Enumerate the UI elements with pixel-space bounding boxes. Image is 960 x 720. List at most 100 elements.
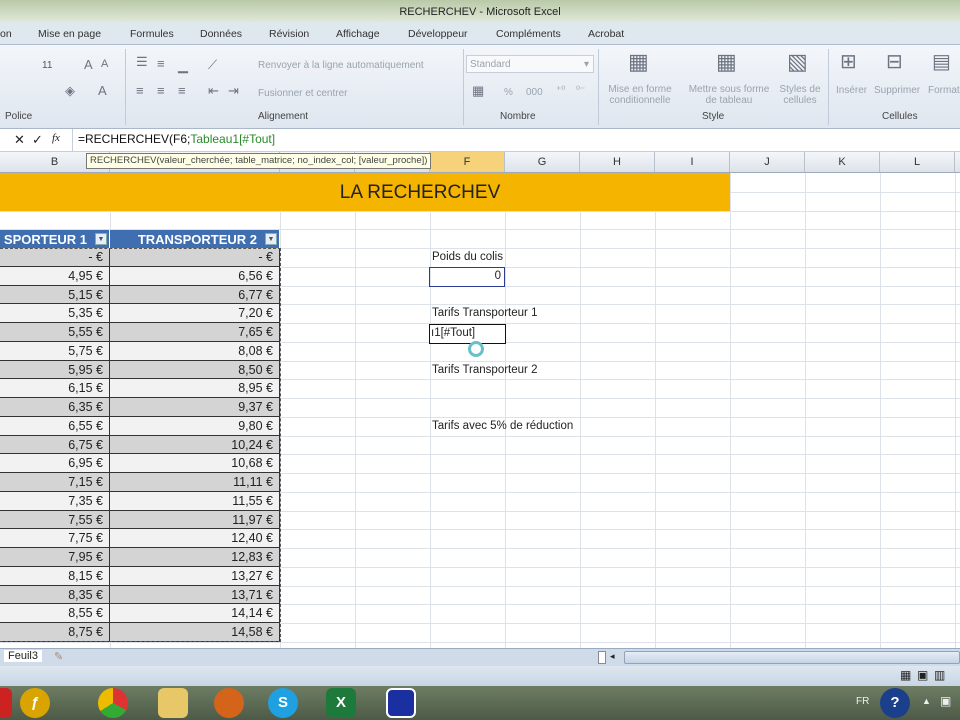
acrobat-icon[interactable] xyxy=(0,688,12,718)
table-cell-transporteur2[interactable]: 7,20 € xyxy=(110,304,280,323)
table-cell-transporteur2[interactable]: 11,55 € xyxy=(110,491,280,511)
tab-accueil[interactable]: on xyxy=(0,28,12,40)
orientation-icon[interactable]: ⟋ xyxy=(208,57,217,73)
table-cell-transporteur1[interactable]: 5,55 € xyxy=(0,323,110,342)
normal-view-icon[interactable]: ▦ xyxy=(900,668,911,682)
format-cells-icon[interactable]: ▤ xyxy=(932,49,951,74)
fill-color-icon[interactable]: ◈ xyxy=(65,83,75,99)
table-cell-transporteur2[interactable]: 12,83 € xyxy=(110,548,280,567)
align-bottom-icon[interactable]: ▁ xyxy=(178,58,188,74)
decrease-decimal-icon[interactable]: ⁰⁻ xyxy=(576,85,585,96)
number-format-select[interactable]: Standard ▾ xyxy=(466,55,594,73)
filter-dropdown-icon[interactable]: ▼ xyxy=(265,233,277,245)
table-cell-transporteur1[interactable]: 5,75 € xyxy=(0,341,110,361)
table-cell-transporteur2[interactable]: 14,58 € xyxy=(110,623,280,642)
table-cell-transporteur2[interactable]: 11,97 € xyxy=(110,510,280,530)
table-cell-transporteur2[interactable]: 10,68 € xyxy=(110,454,280,473)
tab-donnees[interactable]: Données xyxy=(200,28,242,40)
align-left-icon[interactable]: ≡ xyxy=(136,83,144,98)
table-cell-transporteur1[interactable]: 7,15 € xyxy=(0,473,110,492)
table-cell-transporteur1[interactable]: 5,95 € xyxy=(0,360,110,380)
table-cell-transporteur1[interactable]: 8,15 € xyxy=(0,566,110,586)
table-cell-transporteur2[interactable]: 9,80 € xyxy=(110,416,280,436)
table-cell-transporteur2[interactable]: 12,40 € xyxy=(110,529,280,548)
tab-affichage[interactable]: Affichage xyxy=(336,28,380,40)
column-header-j[interactable]: J xyxy=(730,152,805,172)
table-cell-transporteur2[interactable]: - € xyxy=(110,248,280,267)
tab-complements[interactable]: Compléments xyxy=(496,28,561,40)
table-cell-transporteur2[interactable]: 14,14 € xyxy=(110,604,280,623)
table-cell-transporteur1[interactable]: 7,35 € xyxy=(0,491,110,511)
shrink-font-icon[interactable]: A xyxy=(101,58,108,70)
active-cell-editor[interactable]: ı1[#Tout] xyxy=(429,324,506,344)
table-cell-transporteur1[interactable]: 6,95 € xyxy=(0,454,110,473)
table-header-transporteur-1[interactable]: SPORTEUR 1 ▼ xyxy=(0,230,110,248)
align-top-icon[interactable]: ☰ xyxy=(136,54,148,70)
enter-icon[interactable]: ✓ xyxy=(32,132,43,148)
filter-dropdown-icon[interactable]: ▼ xyxy=(95,233,107,245)
grow-font-icon[interactable]: A xyxy=(84,57,93,72)
remote-app-icon[interactable] xyxy=(386,688,416,718)
table-cell-transporteur2[interactable]: 8,50 € xyxy=(110,360,280,380)
sheet-tab-feuil3[interactable]: Feuil3 xyxy=(4,650,42,662)
conditional-format-button[interactable]: Mise en forme conditionnelle xyxy=(603,84,677,106)
table-cell-transporteur1[interactable]: - € xyxy=(0,248,110,267)
worksheet-grid[interactable]: LA RECHERCHEV SPORTEUR 1 ▼ TRANSPORTEUR 2… xyxy=(0,173,960,648)
table-cell-transporteur2[interactable]: 13,71 € xyxy=(110,585,280,605)
table-cell-transporteur1[interactable]: 5,35 € xyxy=(0,304,110,323)
skype-icon[interactable]: S xyxy=(268,688,298,718)
horizontal-scrollbar-thumb[interactable] xyxy=(624,651,960,664)
insert-function-icon[interactable]: fx xyxy=(52,132,60,144)
table-cell-transporteur1[interactable]: 7,95 € xyxy=(0,548,110,567)
excel-icon[interactable]: X xyxy=(326,688,356,718)
tab-developpeur[interactable]: Développeur xyxy=(408,28,468,40)
table-cell-transporteur1[interactable]: 6,55 € xyxy=(0,416,110,436)
font-size-select[interactable]: 11 xyxy=(42,60,52,71)
column-header-g[interactable]: G xyxy=(505,152,580,172)
table-cell-transporteur1[interactable]: 5,15 € xyxy=(0,285,110,305)
cell-styles-button[interactable]: Styles de cellules xyxy=(776,84,824,106)
table-cell-transporteur2[interactable]: 7,65 € xyxy=(110,323,280,342)
column-header-l[interactable]: L xyxy=(880,152,955,172)
format-as-table-button[interactable]: Mettre sous forme de tableau xyxy=(684,84,774,106)
file-explorer-icon[interactable] xyxy=(158,688,188,718)
table-cell-transporteur1[interactable]: 4,95 € xyxy=(0,266,110,286)
column-header-h[interactable]: H xyxy=(580,152,655,172)
insert-sheet-icon[interactable]: ✎ xyxy=(54,650,63,663)
page-break-icon[interactable]: ▥ xyxy=(934,668,945,682)
increase-decimal-icon[interactable]: ⁺⁰ xyxy=(556,85,565,96)
table-cell-transporteur2[interactable]: 8,95 € xyxy=(110,379,280,398)
align-center-icon[interactable]: ≡ xyxy=(157,83,165,98)
insert-cells-icon[interactable]: ⊞ xyxy=(840,49,857,74)
cell-styles-icon[interactable]: ▧ xyxy=(787,49,808,75)
format-button[interactable]: Format xyxy=(928,85,960,96)
table-cell-transporteur1[interactable]: 6,75 € xyxy=(0,435,110,455)
tab-formules[interactable]: Formules xyxy=(130,28,174,40)
cancel-icon[interactable]: ✕ xyxy=(14,132,25,148)
network-icon[interactable]: ▣ xyxy=(940,694,951,708)
table-header-transporteur-2[interactable]: TRANSPORTEUR 2 ▼ xyxy=(110,230,280,248)
page-layout-icon[interactable]: ▣ xyxy=(917,668,928,682)
conditional-format-icon[interactable]: ▦ xyxy=(628,49,649,75)
table-cell-transporteur1[interactable]: 8,55 € xyxy=(0,604,110,623)
tab-mise-en-page[interactable]: Mise en page xyxy=(38,28,101,40)
tab-acrobat[interactable]: Acrobat xyxy=(588,28,624,40)
align-middle-icon[interactable]: ≡ xyxy=(157,56,165,71)
table-cell-transporteur1[interactable]: 7,75 € xyxy=(0,529,110,548)
column-header-i[interactable]: I xyxy=(655,152,730,172)
table-cell-transporteur1[interactable]: 8,75 € xyxy=(0,623,110,642)
percent-button[interactable]: % xyxy=(504,87,513,98)
chrome-icon[interactable] xyxy=(98,688,128,718)
table-cell-transporteur2[interactable]: 13,27 € xyxy=(110,566,280,586)
currency-icon[interactable]: ▦ xyxy=(472,83,484,99)
table-cell-transporteur2[interactable]: 11,11 € xyxy=(110,473,280,492)
merge-center-button[interactable]: Fusionner et centrer xyxy=(258,88,348,99)
tray-expand-icon[interactable]: ▲ xyxy=(922,696,931,706)
delete-button[interactable]: Supprimer xyxy=(874,85,920,96)
formula-input[interactable]: =RECHERCHEV(F6;Tableau1[#Tout] xyxy=(78,132,275,146)
thousands-button[interactable]: 000 xyxy=(526,87,543,98)
insert-button[interactable]: Insérer xyxy=(836,85,867,96)
tab-split-handle[interactable] xyxy=(598,651,606,664)
table-cell-transporteur1[interactable]: 7,55 € xyxy=(0,510,110,530)
column-header-k[interactable]: K xyxy=(805,152,880,172)
